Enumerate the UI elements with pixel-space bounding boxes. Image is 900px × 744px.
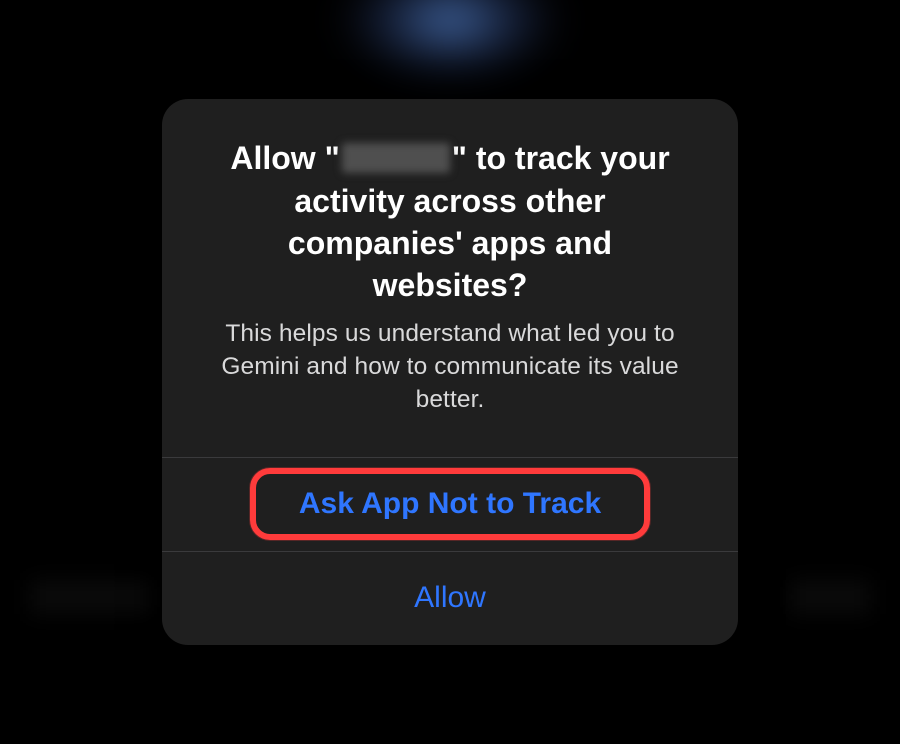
title-line-2: activity across other <box>196 180 704 222</box>
deny-button-row: Ask App Not to Track <box>162 457 738 551</box>
title-line-4: websites? <box>196 264 704 306</box>
background-glow <box>340 0 560 80</box>
tracking-permission-dialog: Allow " " to track your activity across … <box>162 99 738 644</box>
allow-button[interactable]: Allow <box>162 552 738 645</box>
title-line-3: companies' apps and <box>196 222 704 264</box>
allow-button-row: Allow <box>162 551 738 645</box>
background-blur-left <box>30 580 150 614</box>
title-prefix: Allow " <box>230 137 339 179</box>
ask-not-to-track-button[interactable]: Ask App Not to Track <box>162 458 738 551</box>
redacted-app-name <box>342 143 450 173</box>
dialog-title: Allow " " to track your activity across … <box>196 137 704 306</box>
dialog-body: Allow " " to track your activity across … <box>162 99 738 456</box>
dialog-subtitle: This helps us understand what led you to… <box>196 318 704 416</box>
title-suffix: " to track your <box>452 137 670 179</box>
background-blur-right <box>790 580 870 614</box>
